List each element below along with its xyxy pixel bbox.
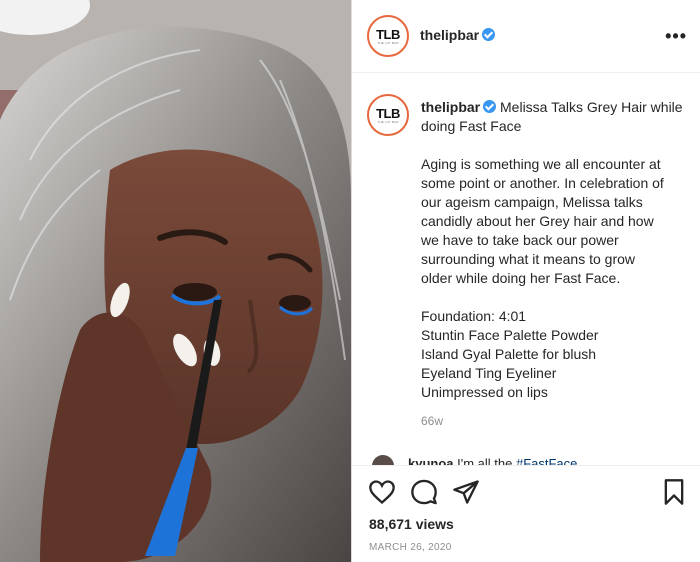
post-header: TLB THE LIP BAR thelipbar ••• (352, 0, 700, 73)
post-media[interactable] (0, 0, 351, 562)
avatar-logo-text: TLB (376, 26, 400, 42)
product-line: Stuntin Face Palette Powder (421, 327, 599, 343)
bookmark-icon[interactable] (660, 478, 688, 506)
product-line: Eyeland Ting Eyeliner (421, 365, 557, 381)
view-count[interactable]: 88,671 views (369, 516, 454, 532)
avatar-logo-subtext: THE LIP BAR (377, 40, 399, 45)
post-actions: 88,671 views MARCH 26, 2020 (352, 465, 700, 562)
more-options-icon[interactable]: ••• (665, 26, 687, 47)
header-username-text[interactable]: thelipbar (420, 27, 479, 43)
avatar-logo: TLB THE LIP BAR (371, 19, 405, 53)
caption-line: we have to take back our power (421, 232, 619, 248)
product-list: Foundation: 4:01 Stuntin Face Palette Po… (421, 307, 691, 402)
post-side-panel: TLB THE LIP BAR thelipbar ••• TLB THE LI… (351, 0, 700, 562)
comment-preview: kyunoa I'm all the #FastFace (372, 455, 672, 465)
caption-line: our ageism campaign, Melissa talks (421, 194, 643, 210)
caption-line: candidly about her Grey hair and how (421, 213, 654, 229)
commenter-avatar[interactable] (372, 455, 394, 465)
comment-icon[interactable] (410, 478, 438, 506)
caption-line: Aging is something we all encounter at (421, 156, 661, 172)
commenter-username[interactable]: kyunoa (408, 456, 454, 465)
caption-timestamp[interactable]: 66w (421, 414, 443, 428)
caption-line: some point or another. In celebration of (421, 175, 664, 191)
caption-line: surrounding what it means to grow (421, 251, 635, 267)
verified-badge-icon (482, 28, 496, 41)
caption-avatar-logo-subtext: THE LIP BAR (377, 119, 399, 124)
product-line: Island Gyal Palette for blush (421, 346, 597, 362)
caption-verified-badge-icon (483, 100, 497, 113)
caption-line: older while doing her Fast Face. (421, 270, 621, 286)
caption-avatar-logo: TLB THE LIP BAR (371, 98, 405, 132)
caption-body: Aging is something we all encounter at s… (421, 155, 691, 288)
media-illustration (0, 0, 351, 562)
caption-avatar[interactable]: TLB THE LIP BAR (367, 94, 409, 136)
profile-avatar[interactable]: TLB THE LIP BAR (367, 15, 409, 57)
caption-avatar-logo-text: TLB (376, 105, 400, 121)
post-caption: thelipbar Melissa Talks Grey Hair while … (421, 98, 691, 402)
product-line: Foundation: 4:01 (421, 308, 527, 324)
paper-plane-icon[interactable] (452, 478, 480, 506)
product-line: Unimpressed on lips (421, 384, 548, 400)
header-username[interactable]: thelipbar (420, 27, 496, 43)
heart-icon[interactable] (368, 478, 396, 506)
caption-username[interactable]: thelipbar (421, 99, 480, 115)
post-date: MARCH 26, 2020 (369, 542, 452, 553)
comment-text: I'm all the (453, 456, 516, 465)
comment-hashtag[interactable]: #FastFace (516, 456, 577, 465)
